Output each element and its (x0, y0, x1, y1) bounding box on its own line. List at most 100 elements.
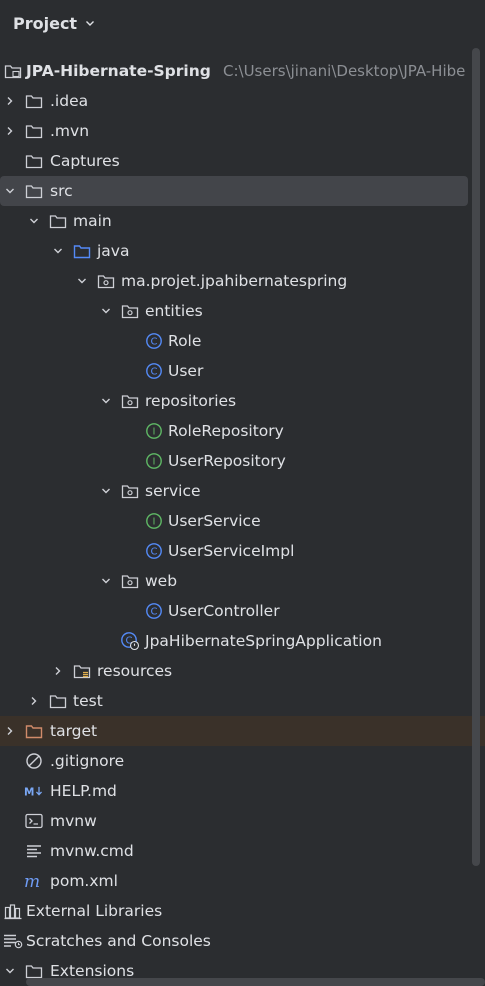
interface-icon: I (144, 506, 164, 536)
tree-item-label: Role (168, 332, 202, 350)
tree-item[interactable]: mvnw.cmd (0, 836, 485, 866)
tree-item[interactable]: .gitignore (0, 746, 485, 776)
package-icon (120, 566, 140, 596)
tree-item-label: resources (97, 662, 173, 680)
tree-item-label: UserService (168, 512, 261, 530)
folder-icon (48, 686, 68, 716)
panel-title[interactable]: Project (13, 14, 77, 33)
source-folder-icon (72, 236, 92, 266)
tree-item[interactable]: resources (0, 656, 485, 686)
tree-item[interactable]: mvnw (0, 806, 485, 836)
chevron-right-icon[interactable] (2, 716, 18, 746)
scratches-icon (3, 926, 23, 956)
tree-item[interactable]: .idea (0, 86, 485, 116)
tree-item-label: JPA-Hibernate-Spring (26, 62, 211, 80)
svg-text:C: C (151, 607, 158, 618)
package-icon (120, 476, 140, 506)
tree-item[interactable]: web (0, 566, 485, 596)
chevron-down-icon[interactable] (98, 296, 114, 326)
tree-item[interactable]: .mvn (0, 116, 485, 146)
folder-icon (24, 146, 44, 176)
tree-item-label: mvnw (50, 812, 97, 830)
class-icon: C (144, 596, 164, 626)
chevron-down-icon[interactable] (98, 386, 114, 416)
tree-item-label: java (97, 242, 130, 260)
tree-item[interactable]: I UserRepository (0, 446, 485, 476)
tree-item[interactable]: m pom.xml (0, 866, 485, 896)
tree-item-label: Captures (50, 152, 120, 170)
tree-item[interactable]: repositories (0, 386, 485, 416)
chevron-right-icon[interactable] (26, 686, 42, 716)
tree-item[interactable]: src (0, 176, 485, 206)
tree-item[interactable]: Captures (0, 146, 485, 176)
tree-item[interactable]: target (0, 716, 485, 746)
interface-icon: I (144, 446, 164, 476)
tree-item-label: web (145, 572, 178, 590)
libraries-icon (3, 896, 23, 926)
svg-text:C: C (151, 337, 158, 348)
tree-item-label: RoleRepository (168, 422, 284, 440)
package-icon (96, 266, 116, 296)
spring-boot-class-icon: C (120, 626, 140, 656)
chevron-down-icon[interactable] (2, 176, 18, 206)
tree-item[interactable]: JPA-Hibernate-Spring C:\Users\jinani\Desk… (0, 56, 485, 86)
chevron-down-icon[interactable] (74, 266, 90, 296)
tree-item[interactable]: entities (0, 296, 485, 326)
tree-item[interactable]: C Role (0, 326, 485, 356)
shell-script-icon (24, 806, 44, 836)
svg-text:C: C (151, 547, 158, 558)
tree-item[interactable]: test (0, 686, 485, 716)
interface-icon: I (144, 416, 164, 446)
tree-item-label: main (73, 212, 112, 230)
tree-item[interactable]: main (0, 206, 485, 236)
chevron-right-icon[interactable] (2, 86, 18, 116)
tree-item[interactable]: C UserController (0, 596, 485, 626)
tree-item-label: UserServiceImpl (168, 542, 295, 560)
tree-item[interactable]: External Libraries (0, 896, 485, 926)
tree-item-label: target (50, 722, 98, 740)
svg-text:M: M (24, 787, 34, 798)
horizontal-scrollbar[interactable] (26, 978, 485, 986)
chevron-down-icon[interactable] (26, 206, 42, 236)
class-icon: C (144, 536, 164, 566)
tree-item-label: .mvn (50, 122, 90, 140)
tree-item-label: repositories (145, 392, 237, 410)
tree-item[interactable]: service (0, 476, 485, 506)
tree-item[interactable]: I UserService (0, 506, 485, 536)
tree-item-label: pom.xml (50, 872, 118, 890)
module-folder-icon (3, 56, 23, 86)
tree-item[interactable]: C JpaHibernateSpringApplication (0, 626, 485, 656)
svg-text:I: I (153, 457, 156, 468)
chevron-down-icon[interactable] (84, 17, 96, 29)
maven-file-icon: m (24, 866, 44, 896)
chevron-down-icon[interactable] (50, 236, 66, 266)
tree-item-label: entities (145, 302, 203, 320)
tree-item-label: .gitignore (50, 752, 125, 770)
tree-item-label: User (168, 362, 204, 380)
svg-text:I: I (153, 427, 156, 438)
tree-item[interactable]: C User (0, 356, 485, 386)
tree-item-label: UserController (168, 602, 280, 620)
chevron-down-icon[interactable] (98, 566, 114, 596)
chevron-right-icon[interactable] (50, 656, 66, 686)
chevron-down-icon[interactable] (2, 956, 18, 986)
folder-icon (24, 86, 44, 116)
folder-icon (48, 206, 68, 236)
project-path: C:\Users\jinani\Desktop\JPA-Hibe (223, 62, 466, 80)
tree-item[interactable]: I RoleRepository (0, 416, 485, 446)
tree-item[interactable]: java (0, 236, 485, 266)
tree-item-label: test (73, 692, 103, 710)
tree-item[interactable]: Scratches and Consoles (0, 926, 485, 956)
tree-item-label: mvnw.cmd (50, 842, 134, 860)
svg-text:m: m (24, 873, 40, 889)
chevron-right-icon[interactable] (2, 116, 18, 146)
tree-item[interactable]: M HELP.md (0, 776, 485, 806)
tree-item-label: ma.projet.jpahibernatespring (121, 272, 348, 290)
text-file-icon (24, 836, 44, 866)
vertical-scrollbar[interactable] (472, 48, 480, 866)
tree-item[interactable]: C UserServiceImpl (0, 536, 485, 566)
class-icon: C (144, 326, 164, 356)
tree-item[interactable]: ma.projet.jpahibernatespring (0, 266, 485, 296)
folder-icon (24, 116, 44, 146)
chevron-down-icon[interactable] (98, 476, 114, 506)
